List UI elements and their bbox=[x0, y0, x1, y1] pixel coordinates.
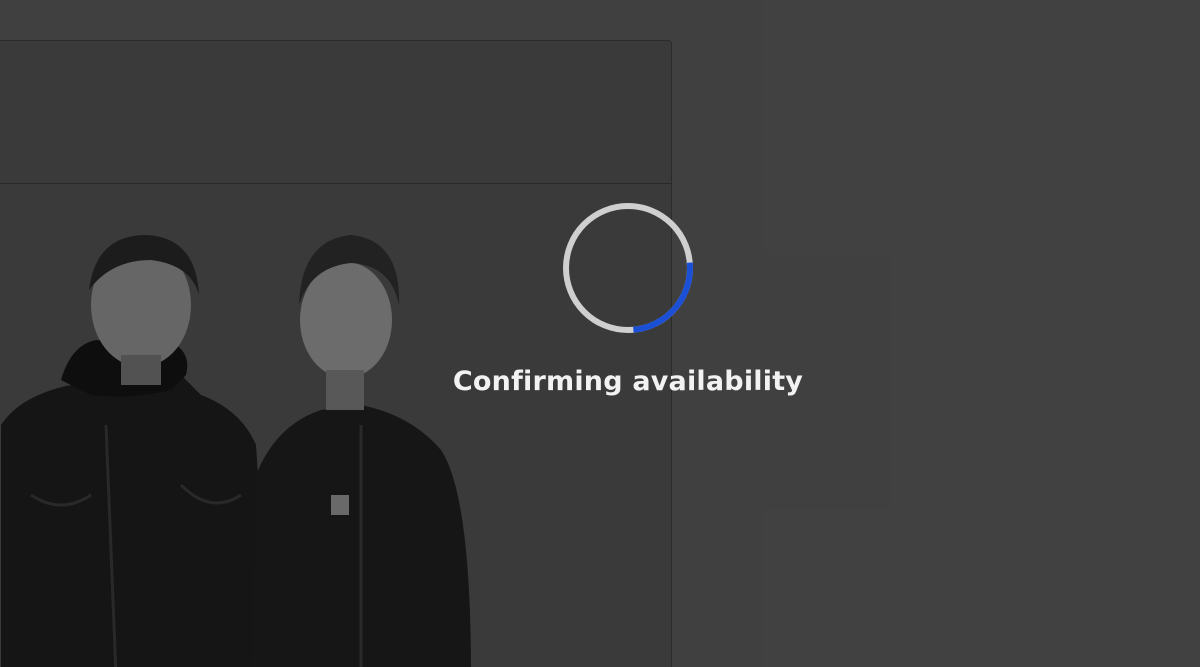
spinner-icon bbox=[563, 203, 693, 333]
loading-spinner bbox=[560, 200, 696, 336]
checkout-loading-screen: Confirming availability bbox=[0, 0, 1200, 667]
loading-message: Confirming availability bbox=[452, 366, 804, 397]
